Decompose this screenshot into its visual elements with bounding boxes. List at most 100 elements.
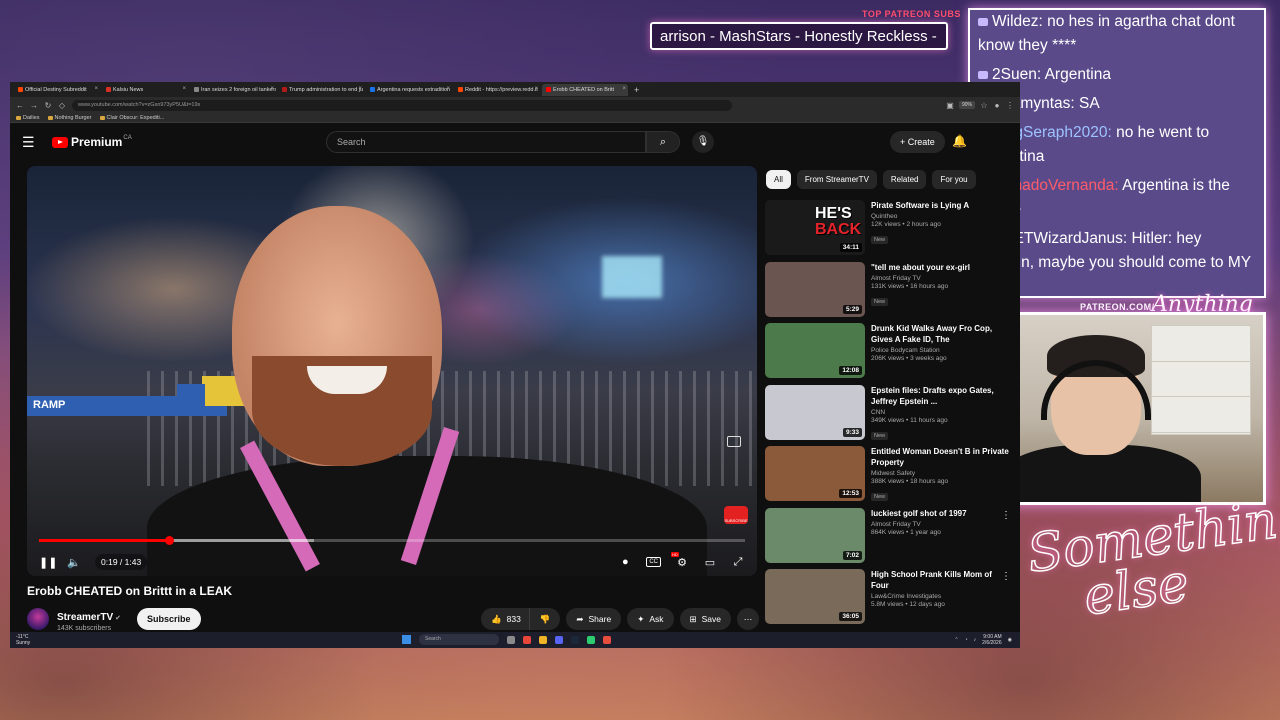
recommendation-channel[interactable]: Quintheo	[871, 213, 1011, 220]
channel-avatar[interactable]	[27, 608, 49, 630]
settings-gear-icon[interactable]: ⚙ HD	[671, 551, 689, 569]
tab-close-icon[interactable]: ×	[534, 86, 538, 92]
tray-chevron-icon[interactable]: ⌃	[954, 637, 958, 643]
recommendation-item[interactable]: HE'S BACK 34:11 Pirate Software is Lying A Q…	[765, 200, 1015, 262]
recommendation-title[interactable]: Entitled Woman Doesn't B in Private Prop…	[871, 446, 1011, 468]
recommendation-item[interactable]: 36:05 High School Prank Kills Mom of Four…	[765, 569, 1015, 631]
steam-app-icon[interactable]	[571, 635, 579, 644]
browser-tab[interactable]: Trump administration to end ju ×	[278, 84, 364, 96]
hamburger-menu-icon[interactable]: ☰	[22, 134, 42, 151]
dislike-button[interactable]: 👎	[529, 608, 561, 630]
taskbar-search-input[interactable]: Search	[419, 634, 499, 645]
tab-close-icon[interactable]: ×	[622, 86, 626, 92]
network-icon[interactable]: ◔	[965, 637, 968, 643]
pause-icon[interactable]: ❚❚	[39, 556, 57, 569]
tab-close-icon[interactable]: ×	[94, 86, 98, 92]
like-button[interactable]: 👍 833	[481, 608, 530, 630]
browser-app-icon[interactable]	[523, 635, 531, 644]
system-clock[interactable]: 9:00 AM 2/6/2026	[982, 634, 1001, 646]
browser-tab[interactable]: Kalsiu News ×	[102, 84, 188, 96]
recommendation-item[interactable]: 7:02 luckiest golf shot of 1997 Almost Fri…	[765, 507, 1015, 570]
recommendation-item[interactable]: 12:08 Drunk Kid Walks Away Fro Cop, Gives…	[765, 323, 1015, 385]
recommendation-title[interactable]: luckiest golf shot of 1997	[871, 508, 1011, 519]
forward-icon[interactable]: →	[30, 101, 38, 110]
bell-icon[interactable]: 🔔	[952, 134, 967, 148]
browser-tab[interactable]: Argentina requests extradition ×	[366, 84, 452, 96]
new-tab-icon[interactable]: +	[630, 85, 643, 95]
autoplay-toggle-icon[interactable]: ●	[618, 556, 632, 568]
recommendation-channel[interactable]: Law&Crime Investigates	[871, 593, 1011, 600]
recommendation-channel[interactable]: Almost Friday TV	[871, 275, 1011, 282]
create-button[interactable]: + Create	[890, 131, 945, 153]
discord-app-icon[interactable]	[555, 635, 563, 644]
extension-icon[interactable]: ▣	[946, 101, 954, 110]
tab-close-icon[interactable]: ×	[446, 86, 450, 92]
back-icon[interactable]: ←	[16, 101, 24, 110]
volume-icon[interactable]: 🔈	[67, 556, 81, 569]
zoom-level[interactable]: 90%	[958, 101, 975, 109]
fullscreen-icon[interactable]: ⤢	[731, 556, 745, 569]
bookmark-item[interactable]: Dailies	[16, 115, 40, 121]
windows-start-icon[interactable]	[402, 635, 411, 644]
theater-mode-icon[interactable]: ▭	[703, 556, 717, 569]
browser-tab[interactable]: Reddit - https://preview.redd.it ×	[454, 84, 540, 96]
chip-from-streamertv[interactable]: From StreamerTV	[796, 170, 877, 189]
video-thumbnail[interactable]: 9:33	[765, 384, 865, 440]
miniplayer-icon[interactable]	[727, 436, 741, 447]
more-options-icon[interactable]: ⋮	[1001, 571, 1011, 582]
captions-icon[interactable]: CC	[646, 557, 661, 567]
task-view-icon[interactable]	[507, 635, 515, 644]
video-thumbnail[interactable]: 12:08	[765, 323, 865, 378]
subscribe-button[interactable]: Subscribe	[137, 608, 201, 630]
search-icon[interactable]: ⌕	[646, 131, 680, 153]
search-input[interactable]: Search	[326, 131, 646, 153]
recommendation-title[interactable]: Pirate Software is Lying A	[871, 200, 1011, 211]
menu-icon[interactable]: ⋮	[1006, 101, 1014, 110]
url-input[interactable]: www.youtube.com/watch?v=zGsn973yP5U&t=19…	[72, 99, 732, 111]
progress-bar[interactable]	[39, 536, 745, 545]
video-thumbnail[interactable]: 7:02	[765, 507, 865, 563]
tab-close-icon[interactable]: ×	[182, 86, 186, 92]
video-thumbnail[interactable]: 36:05	[765, 569, 865, 624]
recommendation-channel[interactable]: Almost Friday TV	[871, 521, 1011, 528]
weather-widget[interactable]: -11°C Sunny	[16, 634, 30, 646]
recommendation-title[interactable]: Drunk Kid Walks Away Fro Cop, Gives A Fa…	[871, 323, 1011, 345]
progress-scrubber[interactable]	[164, 536, 174, 545]
ask-button[interactable]: ✦ Ask	[627, 608, 674, 630]
shield-icon[interactable]: ◇	[58, 101, 66, 110]
recommendation-item[interactable]: 9:33 Epstein files: Drafts expo Gates, Je…	[765, 384, 1015, 447]
browser-tab[interactable]: Erobb CHEATED on Britt ×	[542, 83, 628, 96]
chip-all[interactable]: All	[766, 170, 791, 189]
chip-for-you[interactable]: For you	[932, 170, 976, 189]
more-options-icon[interactable]: ⋮	[1001, 510, 1011, 521]
channel-name[interactable]: StreamerTV	[57, 612, 113, 623]
speaker-icon[interactable]: ♪	[974, 637, 977, 643]
reload-icon[interactable]: ↻	[44, 101, 52, 110]
tab-close-icon[interactable]: ×	[358, 86, 362, 92]
recommendation-channel[interactable]: CNN	[871, 409, 1011, 416]
video-thumbnail[interactable]: 5:29	[765, 261, 865, 317]
recommendation-item[interactable]: 5:29 "tell me about your ex-girl Almost Fr…	[765, 261, 1015, 324]
file-explorer-icon[interactable]	[539, 635, 547, 644]
app-icon[interactable]	[587, 635, 595, 644]
recommendation-item[interactable]: 12:53 Entitled Woman Doesn't B in Private…	[765, 446, 1015, 508]
bookmark-item[interactable]: Clair Obscur: Expediti...	[99, 115, 164, 121]
youtube-logo[interactable]: Premium CA	[52, 135, 132, 149]
chip-related[interactable]: Related	[882, 170, 927, 189]
browser-tab[interactable]: Iran seizes 2 foreign oil tankers ×	[190, 84, 276, 96]
chrome-app-icon[interactable]	[603, 635, 611, 644]
video-thumbnail[interactable]: 12:53	[765, 446, 865, 501]
share-button[interactable]: ➦ Share	[566, 608, 622, 630]
recommendation-title[interactable]: Epstein files: Drafts expo Gates, Jeffre…	[871, 385, 1011, 407]
save-button[interactable]: ⊞ Save	[679, 608, 731, 630]
video-player[interactable]: RAMP SUBSCRIBE ❚❚ 🔈 0:19 / 1:43 ● CC ⚙ HD…	[27, 166, 757, 576]
microphone-icon[interactable]: 🎙	[692, 131, 714, 153]
recommendation-title[interactable]: "tell me about your ex-girl	[871, 262, 1011, 273]
notifications-icon[interactable]: ◉	[1008, 637, 1012, 643]
recommendation-title[interactable]: High School Prank Kills Mom of Four	[871, 569, 1011, 591]
tab-close-icon[interactable]: ×	[270, 86, 274, 92]
more-actions-icon[interactable]: ⋯	[737, 608, 759, 630]
bookmark-star-icon[interactable]: ☆	[980, 101, 988, 110]
video-thumbnail[interactable]: HE'S BACK 34:11	[765, 200, 865, 255]
recommendation-channel[interactable]: Midwest Safety	[871, 470, 1011, 477]
